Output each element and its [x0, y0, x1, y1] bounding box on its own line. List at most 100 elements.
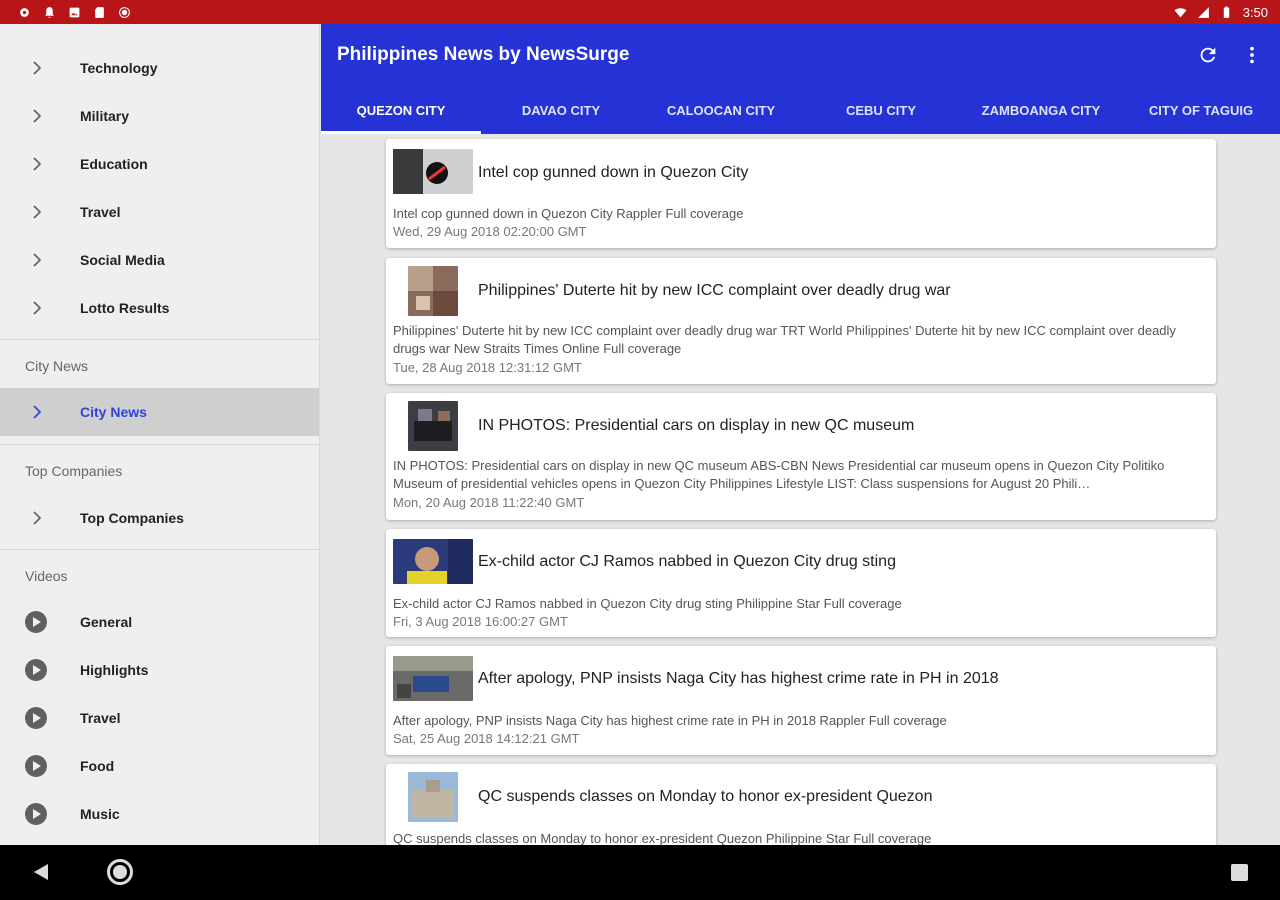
sd-card-icon: [95, 6, 104, 18]
article-headline[interactable]: After apology, PNP insists Naga City has…: [478, 670, 999, 688]
news-card[interactable]: QC suspends classes on Monday to honor e…: [386, 764, 1216, 845]
drawer-item-video-highlights[interactable]: Highlights: [0, 646, 319, 694]
chevron-right-icon: [33, 511, 42, 525]
back-icon[interactable]: [32, 863, 50, 881]
notification-icons: [18, 6, 131, 19]
play-circle-icon: [25, 611, 47, 633]
chevron-right-icon: [33, 109, 42, 123]
article-headline[interactable]: Ex-child actor CJ Ramos nabbed in Quezon…: [478, 553, 896, 571]
signal-icon: [1197, 6, 1209, 18]
news-card[interactable]: Ex-child actor CJ Ramos nabbed in Quezon…: [386, 529, 1216, 637]
drawer-item-video-general[interactable]: General: [0, 598, 319, 646]
news-card[interactable]: IN PHOTOS: Presidential cars on display …: [386, 393, 1216, 520]
tab-cebu-city[interactable]: CEBU CITY: [801, 88, 961, 134]
image-icon: [69, 7, 80, 17]
article-headline[interactable]: QC suspends classes on Monday to honor e…: [478, 788, 932, 806]
drawer-divider: [0, 549, 319, 550]
article-headline[interactable]: IN PHOTOS: Presidential cars on display …: [478, 417, 914, 435]
drawer-item-label: Social Media: [80, 252, 165, 268]
drawer-item-education[interactable]: Education: [0, 140, 319, 188]
tab-davao-city[interactable]: DAVAO CITY: [481, 88, 641, 134]
tab-city-of-taguig[interactable]: CITY OF TAGUIG: [1121, 88, 1280, 134]
tab-quezon-city[interactable]: QUEZON CITY: [321, 88, 481, 134]
drawer-item-label: Military: [80, 108, 130, 124]
home-icon[interactable]: [107, 859, 133, 885]
settings-icon: [20, 7, 29, 17]
article-headline[interactable]: Philippines' Duterte hit by new ICC comp…: [478, 282, 951, 300]
article-date: Mon, 20 Aug 2018 11:22:40 GMT: [393, 495, 585, 510]
drawer-item-video-travel[interactable]: Travel: [0, 694, 319, 742]
article-summary: Ex-child actor CJ Ramos nabbed in Quezon…: [393, 596, 902, 611]
play-circle-icon: [25, 803, 47, 825]
app-title: Philippines News by NewsSurge: [337, 44, 630, 65]
city-tabs: QUEZON CITY DAVAO CITY CALOOCAN CITY CEB…: [321, 88, 1280, 134]
navigation-drawer: Technology Military Education Travel Soc…: [0, 24, 320, 845]
article-thumbnail: [408, 266, 458, 316]
drawer-item-label: Technology: [80, 60, 158, 76]
battery-icon: [1223, 6, 1229, 18]
chevron-right-icon: [33, 61, 42, 75]
drawer-item-lotto-results[interactable]: Lotto Results: [0, 284, 319, 332]
drawer-item-label: Lotto Results: [80, 300, 170, 316]
tab-zamboanga-city[interactable]: ZAMBOANGA CITY: [961, 88, 1121, 134]
chevron-right-icon: [33, 301, 42, 315]
bell-icon: [45, 6, 54, 18]
drawer-item-travel[interactable]: Travel: [0, 188, 319, 236]
article-summary: Philippines' Duterte hit by new ICC comp…: [393, 323, 1176, 356]
chevron-right-icon: [33, 405, 42, 419]
article-thumbnail: [408, 772, 458, 822]
tab-caloocan-city[interactable]: CALOOCAN CITY: [641, 88, 801, 134]
article-date: Wed, 29 Aug 2018 02:20:00 GMT: [393, 224, 587, 239]
chevron-right-icon: [33, 253, 42, 267]
article-summary: After apology, PNP insists Naga City has…: [393, 713, 947, 728]
drawer-divider: [0, 444, 319, 445]
refresh-icon[interactable]: [1197, 44, 1219, 66]
system-nav-bar: [0, 845, 1280, 900]
wifi-icon: [1174, 7, 1187, 17]
clock: 3:50: [1242, 4, 1268, 20]
article-summary: QC suspends classes on Monday to honor e…: [393, 831, 932, 845]
app-bar: Philippines News by NewsSurge QUEZON CIT…: [321, 24, 1280, 134]
drawer-item-technology[interactable]: Technology: [0, 44, 319, 92]
article-thumbnail: [408, 401, 458, 451]
section-header-top-companies: Top Companies: [25, 463, 123, 479]
drawer-item-label: Education: [80, 156, 148, 172]
chevron-right-icon: [33, 205, 42, 219]
drawer-item-label: Food: [80, 758, 115, 774]
chevron-right-icon: [33, 157, 42, 171]
play-circle-icon: [25, 707, 47, 729]
drawer-item-label: General: [80, 614, 133, 630]
article-thumbnail: [393, 539, 473, 584]
news-feed: Intel cop gunned down in Quezon City Int…: [321, 134, 1280, 845]
record-icon: [119, 6, 130, 18]
article-date: Fri, 3 Aug 2018 16:00:27 GMT: [393, 614, 568, 629]
drawer-item-top-companies[interactable]: Top Companies: [0, 494, 319, 542]
drawer-item-city-news[interactable]: City News: [0, 388, 319, 436]
news-card[interactable]: Intel cop gunned down in Quezon City Int…: [386, 139, 1216, 248]
drawer-item-label: Travel: [80, 204, 121, 220]
drawer-item-video-music[interactable]: Music: [0, 790, 319, 838]
drawer-divider: [0, 339, 319, 340]
article-thumbnail: [393, 656, 473, 701]
system-icons: 3:50: [1174, 5, 1268, 20]
drawer-item-label: Highlights: [80, 662, 149, 678]
news-card[interactable]: After apology, PNP insists Naga City has…: [386, 646, 1216, 755]
article-summary: Intel cop gunned down in Quezon City Rap…: [393, 206, 744, 221]
more-vert-icon[interactable]: [1241, 44, 1263, 66]
article-summary: IN PHOTOS: Presidential cars on display …: [393, 458, 1165, 491]
section-header-city-news: City News: [25, 358, 89, 374]
status-bar: 3:50: [0, 0, 1280, 24]
drawer-item-video-food[interactable]: Food: [0, 742, 319, 790]
news-card[interactable]: Philippines' Duterte hit by new ICC comp…: [386, 258, 1216, 384]
article-headline[interactable]: Intel cop gunned down in Quezon City: [478, 164, 748, 182]
article-date: Tue, 28 Aug 2018 12:31:12 GMT: [393, 360, 582, 375]
drawer-item-label: City News: [80, 404, 147, 420]
recents-icon[interactable]: [1231, 864, 1248, 881]
play-circle-icon: [25, 755, 47, 777]
drawer-item-label: Travel: [80, 710, 121, 726]
drawer-item-military[interactable]: Military: [0, 92, 319, 140]
section-header-videos: Videos: [25, 568, 68, 584]
play-circle-icon: [25, 659, 47, 681]
article-thumbnail: [393, 149, 473, 194]
drawer-item-social-media[interactable]: Social Media: [0, 236, 319, 284]
